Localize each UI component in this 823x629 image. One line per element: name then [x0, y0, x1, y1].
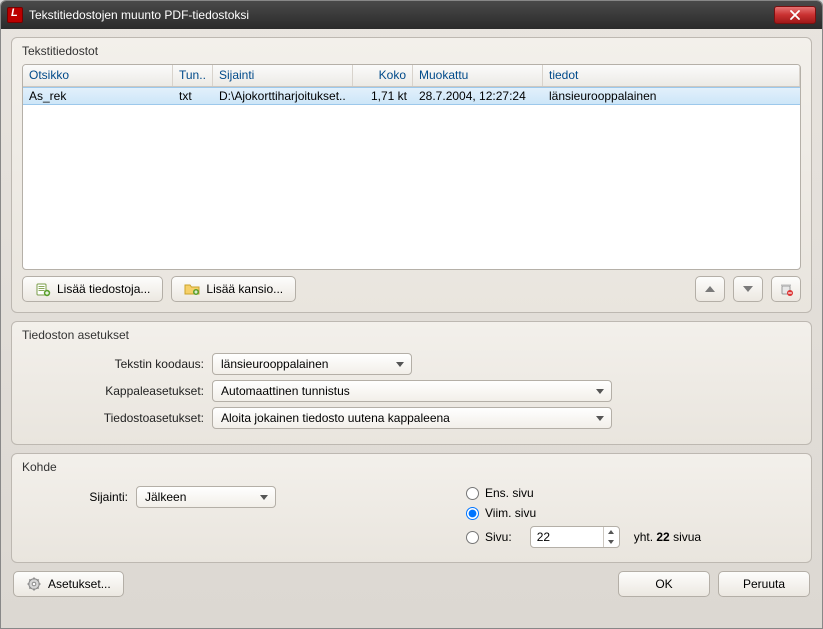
cell-modified: 28.7.2004, 12:27:24: [413, 89, 543, 103]
chevron-up-icon: [705, 286, 715, 292]
dialog-body: Tekstitiedostot Otsikko Tun.. Sijainti K…: [1, 29, 822, 628]
add-files-icon: [35, 281, 51, 297]
location-label: Sijainti:: [22, 490, 136, 504]
file-settings-groupbox: Tiedoston asetukset Tekstin koodaus: län…: [11, 321, 812, 445]
files-list[interactable]: Otsikko Tun.. Sijainti Koko Muokattu tie…: [22, 64, 801, 270]
filemode-value: Aloita jokainen tiedosto uutena kappalee…: [221, 411, 450, 425]
add-folder-button[interactable]: Lisää kansio...: [171, 276, 296, 302]
col-header-title[interactable]: Otsikko: [23, 65, 173, 86]
files-legend: Tekstitiedostot: [22, 44, 98, 58]
window-title: Tekstitiedostojen muunto PDF-tiedostoksi: [29, 8, 774, 22]
chevron-down-icon: [743, 286, 753, 292]
table-row[interactable]: As_rek txt D:\Ajokorttiharjoitukset.. 1,…: [23, 87, 800, 105]
encoding-value: länsieurooppalainen: [221, 357, 328, 371]
add-folder-label: Lisää kansio...: [206, 282, 283, 296]
paragraph-label: Kappaleasetukset:: [22, 384, 212, 398]
file-settings-legend: Tiedoston asetukset: [22, 328, 129, 342]
titlebar: Tekstitiedostojen muunto PDF-tiedostoksi: [1, 1, 822, 29]
specific-page-label: Sivu:: [485, 530, 512, 544]
cell-size: 1,71 kt: [353, 89, 413, 103]
add-folder-icon: [184, 281, 200, 297]
page-radios: Ens. sivu Viim. sivu Sivu: 22: [466, 486, 701, 548]
cell-location: D:\Ajokorttiharjoitukset..: [213, 89, 353, 103]
files-list-header: Otsikko Tun.. Sijainti Koko Muokattu tie…: [23, 65, 800, 87]
col-header-location[interactable]: Sijainti: [213, 65, 353, 86]
add-files-label: Lisää tiedostoja...: [57, 282, 150, 296]
dialog-footer: Asetukset... OK Peruuta: [11, 571, 812, 599]
col-header-info[interactable]: tiedot: [543, 65, 800, 86]
close-icon: [790, 10, 800, 20]
filemode-combo[interactable]: Aloita jokainen tiedosto uutena kappalee…: [212, 407, 612, 429]
files-button-row: Lisää tiedostoja... Lisää kansio...: [22, 276, 801, 302]
close-button[interactable]: [774, 6, 816, 24]
spin-up-icon[interactable]: [604, 527, 619, 537]
first-page-radio[interactable]: [466, 487, 479, 500]
encoding-combo[interactable]: länsieurooppalainen: [212, 353, 412, 375]
move-down-button[interactable]: [733, 276, 763, 302]
remove-button[interactable]: [771, 276, 801, 302]
page-spinner[interactable]: 22: [530, 526, 620, 548]
first-page-label: Ens. sivu: [485, 486, 534, 500]
paragraph-value: Automaattinen tunnistus: [221, 384, 350, 398]
location-value: Jälkeen: [145, 490, 186, 504]
total-pages-label: yht. 22 sivua: [634, 530, 701, 544]
encoding-label: Tekstin koodaus:: [22, 357, 212, 371]
cancel-button[interactable]: Peruuta: [718, 571, 810, 597]
col-header-modified[interactable]: Muokattu: [413, 65, 543, 86]
cell-info: länsieurooppalainen: [543, 89, 800, 103]
cell-ext: txt: [173, 89, 213, 103]
settings-label: Asetukset...: [48, 577, 111, 591]
location-combo[interactable]: Jälkeen: [136, 486, 276, 508]
app-icon: [7, 7, 23, 23]
spin-down-icon[interactable]: [604, 537, 619, 547]
specific-page-radio[interactable]: [466, 531, 479, 544]
col-header-size[interactable]: Koko: [353, 65, 413, 86]
destination-legend: Kohde: [22, 460, 57, 474]
ok-button[interactable]: OK: [618, 571, 710, 597]
add-files-button[interactable]: Lisää tiedostoja...: [22, 276, 163, 302]
window: Tekstitiedostojen muunto PDF-tiedostoksi…: [0, 0, 823, 629]
last-page-radio[interactable]: [466, 507, 479, 520]
cancel-label: Peruuta: [743, 577, 785, 591]
page-value: 22: [537, 530, 550, 544]
ok-label: OK: [655, 577, 672, 591]
trash-icon: [778, 281, 794, 297]
files-groupbox: Tekstitiedostot Otsikko Tun.. Sijainti K…: [11, 37, 812, 313]
gear-icon: [26, 576, 42, 592]
destination-groupbox: Kohde Sijainti: Jälkeen Ens. sivu: [11, 453, 812, 563]
paragraph-combo[interactable]: Automaattinen tunnistus: [212, 380, 612, 402]
last-page-label: Viim. sivu: [485, 506, 536, 520]
move-up-button[interactable]: [695, 276, 725, 302]
cell-title: As_rek: [23, 89, 173, 103]
col-header-ext[interactable]: Tun..: [173, 65, 213, 86]
settings-button[interactable]: Asetukset...: [13, 571, 124, 597]
filemode-label: Tiedostoasetukset:: [22, 411, 212, 425]
